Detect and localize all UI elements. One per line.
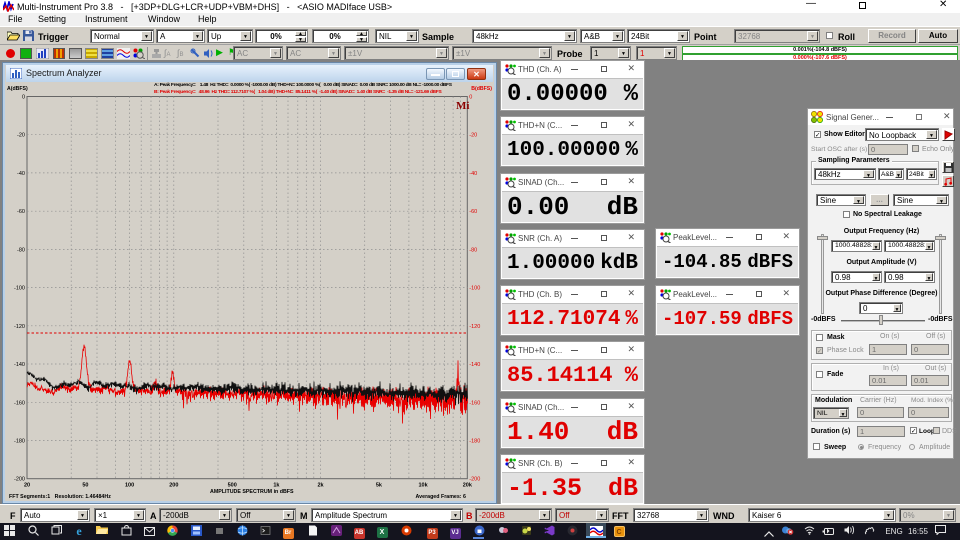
svg-text:100: 100 (125, 483, 134, 489)
svg-text:10k: 10k (419, 483, 429, 489)
svg-text:0: 0 (469, 95, 472, 101)
svg-text:-180: -180 (14, 439, 25, 445)
svg-text:-120: -120 (14, 324, 25, 330)
svg-text:5k: 5k (376, 483, 383, 489)
svg-text:20: 20 (24, 483, 30, 489)
svg-text:-140: -140 (14, 362, 25, 368)
svg-text:2k: 2k (317, 483, 324, 489)
svg-text:50: 50 (82, 483, 88, 489)
svg-text:-40: -40 (17, 171, 25, 177)
svg-text:-20: -20 (17, 133, 25, 139)
svg-text:-180: -180 (469, 439, 480, 445)
svg-text:-140: -140 (469, 362, 480, 368)
svg-text:-80: -80 (17, 247, 25, 253)
svg-text:20k: 20k (463, 483, 473, 489)
svg-text:-20: -20 (469, 133, 477, 139)
svg-text:-100: -100 (469, 286, 480, 292)
svg-text:-160: -160 (14, 400, 25, 406)
svg-text:1k: 1k (273, 483, 280, 489)
svg-text:-60: -60 (469, 209, 477, 215)
svg-text:0: 0 (22, 95, 25, 101)
svg-text:-160: -160 (469, 400, 480, 406)
svg-text:-100: -100 (14, 286, 25, 292)
svg-text:-40: -40 (469, 171, 477, 177)
svg-text:Mi: Mi (456, 100, 469, 112)
svg-text:-120: -120 (469, 324, 480, 330)
svg-text:200: 200 (169, 483, 178, 489)
svg-text:-60: -60 (17, 209, 25, 215)
svg-text:-80: -80 (469, 247, 477, 253)
svg-text:500: 500 (228, 483, 237, 489)
